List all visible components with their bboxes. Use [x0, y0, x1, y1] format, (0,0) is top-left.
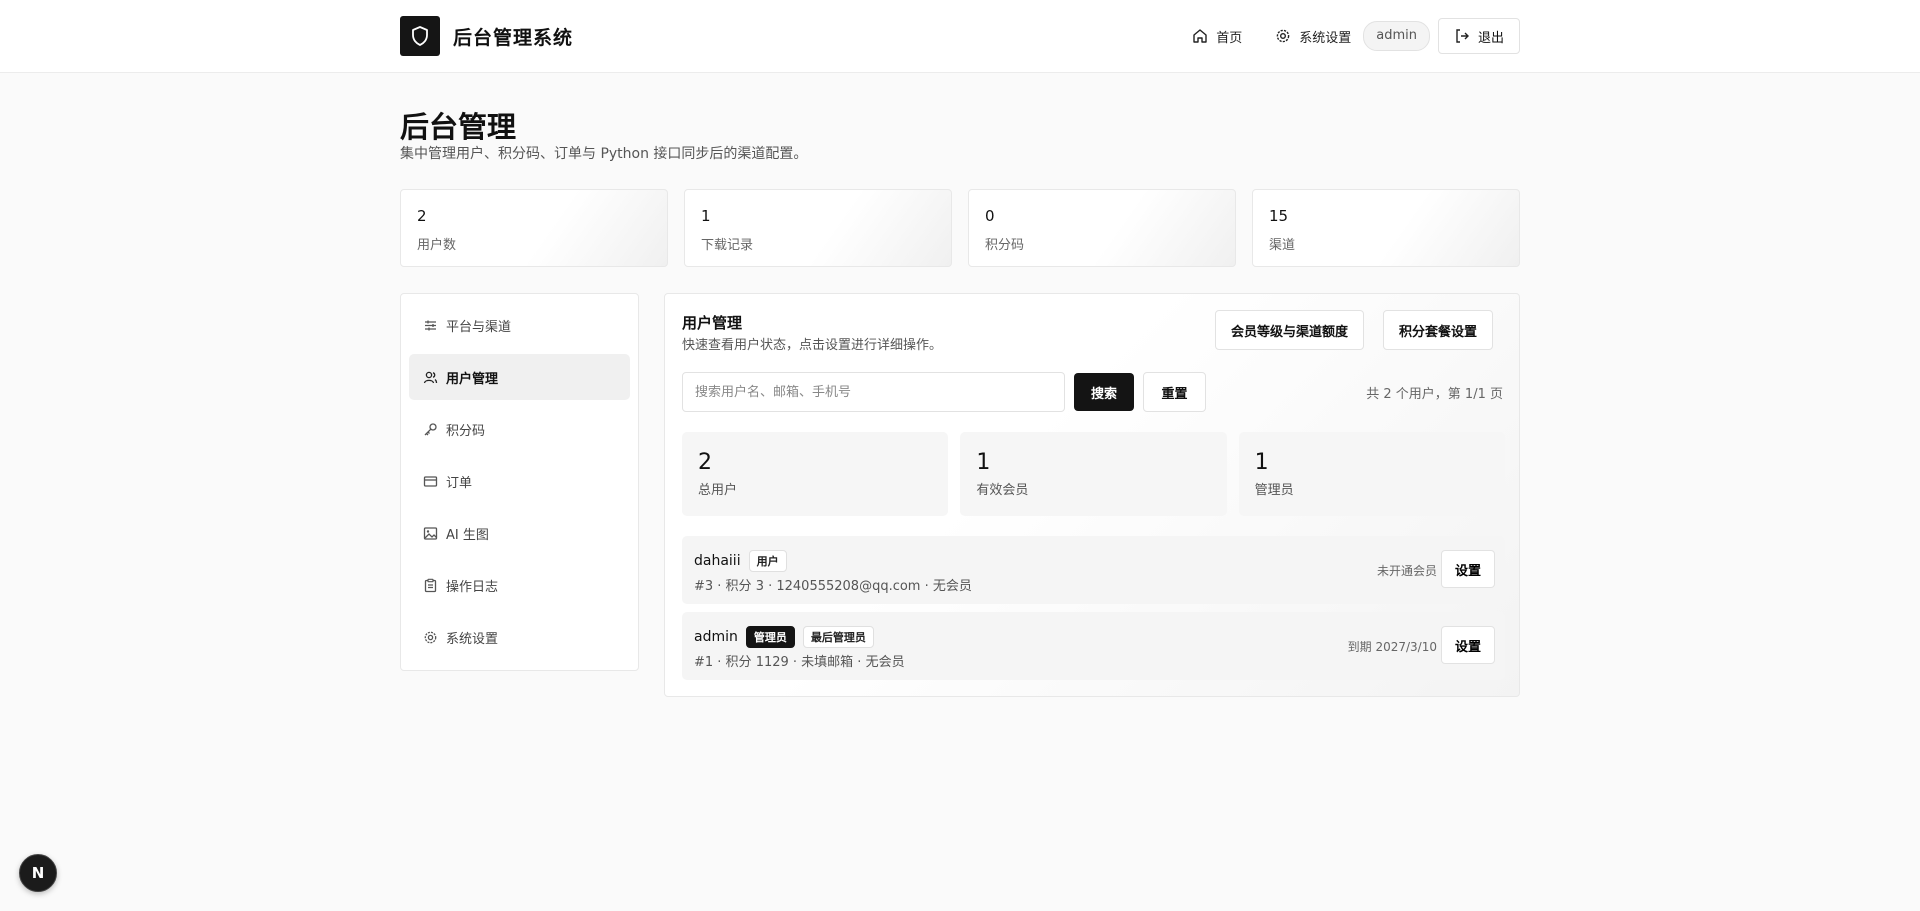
- sidebar-item-label: 订单: [446, 475, 473, 491]
- stat-label: 用户数: [417, 238, 457, 253]
- user-name: admin: [694, 629, 738, 645]
- sidebar-item-logs[interactable]: 操作日志: [409, 562, 630, 608]
- role-badge: 管理员: [745, 626, 795, 648]
- summary-label: 总用户: [698, 483, 738, 498]
- credit-card-icon: [423, 475, 438, 487]
- sidebar-item-label: 积分码: [446, 423, 486, 439]
- user-name: dahaiii: [694, 553, 741, 569]
- logout-label: 退出: [1477, 30, 1504, 46]
- stat-card-downloads: 1 下载记录: [684, 189, 952, 267]
- shield-icon: [400, 16, 440, 56]
- pagination-info: 共 2 个用户，第 1/1 页: [1366, 387, 1503, 402]
- membership-tier-button[interactable]: 会员等级与渠道额度: [1215, 310, 1365, 350]
- last-admin-badge: 最后管理员: [802, 626, 874, 648]
- gear-icon: [1276, 29, 1290, 43]
- user-settings-button[interactable]: 设置: [1441, 626, 1495, 664]
- users-icon: [423, 371, 438, 383]
- user-list-item: dahaiii 用户 #3 · 积分 3 · 1240555208@qq.com…: [682, 536, 1505, 604]
- stats-row: 2 用户数 1 下载记录 0 积分码 15 渠道: [400, 189, 1520, 267]
- points-package-button[interactable]: 积分套餐设置: [1383, 310, 1494, 350]
- stat-label: 积分码: [985, 238, 1025, 253]
- nav-settings-label: 系统设置: [1299, 30, 1352, 46]
- stat-card-codes: 0 积分码: [968, 189, 1236, 267]
- home-icon: [1193, 29, 1207, 43]
- summary-value: 1: [976, 450, 991, 475]
- nav-home-label: 首页: [1216, 30, 1243, 46]
- sidebar-item-label: 平台与渠道: [446, 319, 512, 335]
- sidebar-item-users[interactable]: 用户管理: [409, 354, 630, 400]
- clipboard-icon: [424, 578, 437, 592]
- user-name-line: dahaiii 用户: [694, 550, 787, 572]
- logout-icon: [1456, 29, 1469, 43]
- stat-label: 下载记录: [701, 238, 754, 253]
- app-title: 后台管理系统: [453, 26, 574, 49]
- user-summary: 2 总用户 1 有效会员 1 管理员: [682, 432, 1505, 516]
- role-badge: 用户: [748, 550, 787, 572]
- summary-value: 2: [698, 450, 712, 475]
- current-user-badge: admin: [1363, 21, 1430, 51]
- membership-status: 到期 2027/3/10: [1347, 640, 1437, 654]
- stat-value: 1: [701, 207, 711, 225]
- user-meta: #3 · 积分 3 · 1240555208@qq.com · 无会员: [694, 579, 972, 594]
- panel-title: 用户管理: [682, 314, 743, 332]
- summary-card-members: 1 有效会员: [960, 432, 1227, 516]
- gear-icon: [424, 631, 437, 643]
- user-name-line: admin 管理员 最后管理员: [694, 626, 874, 648]
- sidebar-item-codes[interactable]: 积分码: [409, 406, 630, 452]
- sidebar-item-label: 系统设置: [446, 631, 499, 647]
- stat-label: 渠道: [1269, 238, 1296, 253]
- stat-card-channels: 15 渠道: [1252, 189, 1520, 267]
- sidebar: 平台与渠道 用户管理 积分码 订单 AI 生图 操作日志 系统设置: [400, 293, 639, 671]
- top-bar: 后台管理系统 首页 系统设置 admin 退出: [0, 0, 1920, 73]
- stat-value: 0: [985, 207, 995, 225]
- sidebar-item-platforms[interactable]: 平台与渠道: [409, 302, 630, 348]
- stat-value: 15: [1269, 207, 1289, 225]
- sidebar-item-settings[interactable]: 系统设置: [409, 614, 630, 660]
- reset-button[interactable]: 重置: [1143, 372, 1206, 412]
- sidebar-item-label: 操作日志: [446, 579, 499, 595]
- search-button[interactable]: 搜索: [1074, 373, 1134, 411]
- sidebar-item-label: AI 生图: [446, 527, 489, 543]
- nav-home-link[interactable]: 首页: [1192, 27, 1242, 46]
- user-meta: #1 · 积分 1129 · 未填邮箱 · 无会员: [694, 655, 905, 670]
- summary-card-admins: 1 管理员: [1238, 432, 1505, 516]
- user-settings-button[interactable]: 设置: [1441, 550, 1495, 588]
- top-nav: 首页 系统设置 admin 退出: [1192, 18, 1520, 54]
- membership-status: 未开通会员: [1376, 564, 1437, 578]
- sidebar-item-ai-image[interactable]: AI 生图: [409, 510, 630, 556]
- summary-label: 管理员: [1254, 483, 1294, 498]
- summary-label: 有效会员: [976, 483, 1029, 498]
- sliders-icon: [425, 320, 436, 330]
- logout-button[interactable]: 退出: [1437, 18, 1520, 54]
- user-search-input[interactable]: [682, 372, 1065, 412]
- panel-description: 快速查看用户状态，点击设置进行详细操作。: [682, 338, 943, 353]
- sidebar-item-label: 用户管理: [446, 371, 499, 387]
- key-icon: [424, 422, 437, 435]
- page-title: 后台管理: [400, 110, 517, 144]
- brand[interactable]: 后台管理系统: [400, 16, 573, 56]
- summary-card-total: 2 总用户: [682, 432, 949, 516]
- dev-tools-badge[interactable]: N: [19, 854, 57, 892]
- nav-settings-link[interactable]: 系统设置: [1275, 27, 1351, 46]
- sidebar-item-orders[interactable]: 订单: [409, 458, 630, 504]
- image-icon: [423, 526, 438, 540]
- stat-card-users: 2 用户数: [400, 189, 668, 267]
- user-management-panel: 用户管理 快速查看用户状态，点击设置进行详细操作。 会员等级与渠道额度 积分套餐…: [664, 293, 1520, 697]
- stat-value: 2: [417, 207, 427, 225]
- summary-value: 1: [1254, 450, 1269, 475]
- user-list-item: admin 管理员 最后管理员 #1 · 积分 1129 · 未填邮箱 · 无会…: [682, 612, 1505, 680]
- page-subtitle: 集中管理用户、积分码、订单与 Python 接口同步后的渠道配置。: [400, 146, 808, 162]
